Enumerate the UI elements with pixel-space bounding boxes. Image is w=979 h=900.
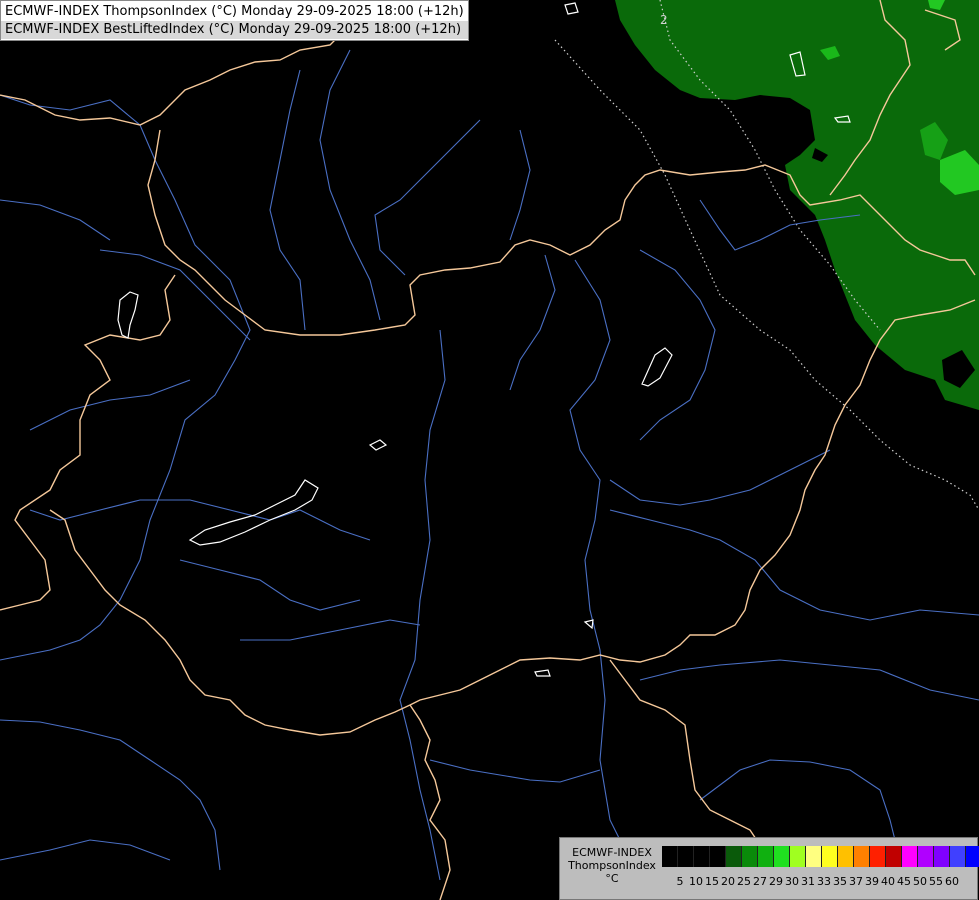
legend-swatch (934, 846, 950, 867)
legend-tick-label: 29 (769, 875, 783, 888)
legend-swatch (918, 846, 934, 867)
legend-tick-label: 20 (721, 875, 735, 888)
legend-swatch (790, 846, 806, 867)
legend-model: ECMWF-INDEX (572, 846, 652, 859)
legend-ticks: 5 10 15 20 25 27 29 30 31 33 35 37 39 40 45 50 55 60 (662, 875, 977, 889)
legend-swatch (726, 846, 742, 867)
legend-swatches (662, 846, 979, 867)
legend-swatch (694, 846, 710, 867)
title-best-lifted-index: ECMWF-INDEX BestLiftedIndex (°C) Monday … (1, 21, 468, 39)
legend-swatch (806, 846, 822, 867)
legend-swatch (870, 846, 886, 867)
legend-swatch (710, 846, 726, 867)
legend-tick-label: 5 (676, 875, 684, 888)
legend-swatch (662, 846, 678, 867)
legend-parameter: ThompsonIndex (568, 859, 656, 872)
legend-swatch (966, 846, 979, 867)
legend-unit: °C (605, 872, 619, 885)
legend-tick-label: 37 (849, 875, 863, 888)
map-canvas: 2 (0, 0, 979, 900)
legend-tick-label: 35 (833, 875, 847, 888)
legend-tick-label: 40 (881, 875, 895, 888)
legend-tick-label: 33 (817, 875, 831, 888)
legend-label: ECMWF-INDEX ThompsonIndex °C (562, 846, 662, 885)
legend-tick-label: 55 (929, 875, 943, 888)
legend-tick-label: 31 (801, 875, 815, 888)
legend-tick-label: 50 (913, 875, 927, 888)
legend-swatch (742, 846, 758, 867)
legend-swatch (822, 846, 838, 867)
contour-label: 2 (660, 13, 668, 27)
legend-swatch (758, 846, 774, 867)
title-thompson-index: ECMWF-INDEX ThompsonIndex (°C) Monday 29… (5, 4, 464, 19)
legend-tick-label: 30 (785, 875, 799, 888)
legend-swatch (886, 846, 902, 867)
legend-tick-label: 25 (737, 875, 751, 888)
legend-swatch (774, 846, 790, 867)
legend-tick-label: 15 (705, 875, 719, 888)
legend-swatch (838, 846, 854, 867)
color-legend: ECMWF-INDEX ThompsonIndex °C 5 10 15 20 25 27… (559, 837, 979, 900)
legend-tick-label: 27 (753, 875, 767, 888)
legend-swatch (854, 846, 870, 867)
legend-tick-label: 10 (689, 875, 703, 888)
map-title-box: ECMWF-INDEX ThompsonIndex (°C) Monday 29… (0, 0, 469, 41)
legend-tick-label: 60 (945, 875, 959, 888)
legend-tick-label: 39 (865, 875, 879, 888)
legend-swatch (678, 846, 694, 867)
legend-swatch (950, 846, 966, 867)
legend-swatch (902, 846, 918, 867)
legend-tick-label: 45 (897, 875, 911, 888)
